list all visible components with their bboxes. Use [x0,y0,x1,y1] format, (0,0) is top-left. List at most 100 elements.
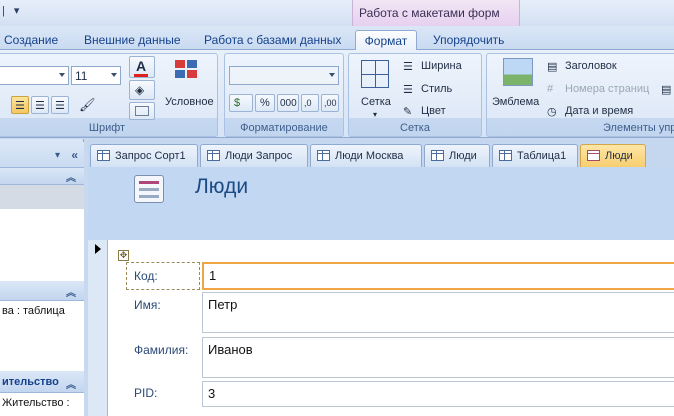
logo-button[interactable]: Эмблема [492,96,539,108]
font-group-label: Шрифт [88,122,126,134]
table-icon [431,150,444,161]
table-icon [499,150,512,161]
grid-group-label: Сетка [400,122,430,134]
grid-style-button[interactable]: Стиль [421,83,452,95]
font-size-select[interactable]: 11 [71,66,121,85]
nav-item-residence[interactable]: Жительство : [2,397,70,409]
tab-external-data[interactable]: Внешние данные [84,30,181,50]
grid-width-button[interactable]: Ширина [421,60,462,72]
chevron-up-icon: ︽ [66,173,76,184]
page-numbers-button[interactable]: Номера страниц [565,83,649,95]
grid-dropdown-icon[interactable]: ▾ [373,110,377,119]
pen-color-icon: ✎ [403,106,413,118]
percent-button[interactable]: % [255,94,275,112]
thousands-button[interactable]: 000 [277,94,299,112]
nav-menu-dropdown-icon[interactable]: ▾ [55,150,60,161]
tab-arrange[interactable]: Упорядочить [433,30,504,50]
increase-decimals-button[interactable]: ,0 [301,94,319,112]
qat-customize-icon[interactable]: ▾ [14,4,20,17]
nav-group-header-1[interactable]: ︽ [0,168,84,185]
qat-separator-icon: | [2,5,5,17]
tab-create[interactable]: Создание [4,30,58,50]
currency-button[interactable]: $ [229,94,253,112]
doc-tab-query-sort1[interactable]: Запрос Сорт1 [90,144,198,167]
grid-group: Сетка ▾ ☰ Ширина ☰ Стиль ✎ Цвет Сетка [348,53,482,137]
doc-tab-table1[interactable]: Таблица1 [492,144,578,167]
formatting-group-label: Форматирование [240,122,328,134]
align-right-button[interactable]: ☰ [51,96,69,114]
form-icon [587,150,600,161]
field-input-name[interactable]: Петр [202,292,674,333]
font-group: 11 A ◈ ☰ ☰ ☰ 🖌 Условное Шрифт [0,53,218,137]
align-center-icon: ☰ [35,100,45,112]
tab-format[interactable]: Формат [355,30,417,50]
format-painter-icon[interactable]: 🖌 [79,97,96,113]
form-title: Люди [195,175,249,198]
increase-decimals-icon: ,0 [304,98,312,108]
doc-tab-people-moscow[interactable]: Люди Москва [310,144,422,167]
grid-color-button[interactable]: Цвет [421,105,446,117]
nav-group-header-2[interactable]: ︽ [0,281,84,301]
context-tab-group: Работа с макетами форм [352,0,520,26]
doc-tab-people-query[interactable]: Люди Запрос [200,144,308,167]
field-label-name: Имя: [134,298,161,312]
controls-group-label: Элементы упр [603,122,674,134]
align-left-icon: ☰ [15,100,25,112]
field-label-code: Код: [134,269,158,283]
field-input-code[interactable]: 1 [202,262,674,290]
fill-color-button[interactable]: ◈ [129,80,155,100]
field-input-surname[interactable]: Иванов [202,337,674,378]
align-right-icon: ☰ [55,100,65,112]
field-input-pid[interactable]: 3 [202,381,674,407]
more-controls-icon: ▤ [661,84,672,96]
nav-selected-item[interactable] [0,185,84,209]
quick-access-toolbar: | ▾ [2,4,25,17]
current-record-arrow-icon [95,244,101,254]
chevron-up-icon-3: ︽ [66,380,76,391]
font-color-button[interactable]: A [129,56,155,78]
date-time-button[interactable]: Дата и время [565,105,633,117]
doc-tab-people-form[interactable]: Люди [580,144,646,167]
nav-group-body-2: ва : таблица [0,301,84,371]
gridlines-large-icon [361,60,389,88]
controls-group: Эмблема ▤ Заголовок # Номера страниц ◷ Д… [486,53,674,137]
record-selector[interactable] [88,240,108,416]
gridlines-button[interactable] [129,102,155,120]
font-name-select[interactable] [0,66,69,85]
nav-group-body-1 [0,209,84,281]
gridlines-icon [135,106,149,116]
collapse-nav-icon[interactable]: « [71,148,78,162]
navigation-pane: ▾ « ︽ ︽ ва : таблица ительство ︽ Жительс… [0,139,84,416]
title-button[interactable]: Заголовок [565,60,617,72]
date-time-icon: ◷ [547,106,557,118]
document-tabs: Запрос Сорт1 Люди Запрос Люди Москва Люд… [88,139,674,167]
nav-group-body-3: Жительство : [0,393,84,416]
number-format-select[interactable] [229,66,339,85]
form-header-icon [134,175,168,207]
paint-bucket-icon: ◈ [135,83,145,97]
conditional-format-button[interactable]: Условное [165,96,214,108]
align-center-button[interactable]: ☰ [31,96,49,114]
doc-tab-people-table[interactable]: Люди [424,144,490,167]
field-label-pid: PID: [134,386,158,400]
nav-item-table[interactable]: ва : таблица [2,305,65,317]
ribbon: 11 A ◈ ☰ ☰ ☰ 🖌 Условное Шрифт $ % 000 ,0… [0,50,674,138]
chevron-up-icon-2: ︽ [66,288,76,299]
title-bar: | ▾ Работа с макетами форм [0,0,674,26]
nav-group-header-3[interactable]: ительство ︽ [0,371,84,393]
field-label-surname: Фамилия: [134,343,189,357]
align-left-button[interactable]: ☰ [11,96,29,114]
currency-icon: $ [234,97,241,109]
line-width-icon: ☰ [403,61,413,73]
layout-move-handle-icon[interactable]: ✥ [118,250,129,261]
query-icon [97,150,110,161]
title-icon: ▤ [547,61,558,73]
logo-icon [503,58,533,86]
tab-database-tools[interactable]: Работа с базами данных [204,30,341,50]
grid-button[interactable]: Сетка [361,96,391,108]
form-header: Люди [88,167,674,240]
ribbon-tabs: Создание Внешние данные Работа с базами … [0,26,674,76]
decrease-decimals-button[interactable]: ,00 [321,94,339,112]
query-icon [317,150,330,161]
conditional-format-icon [175,60,203,86]
